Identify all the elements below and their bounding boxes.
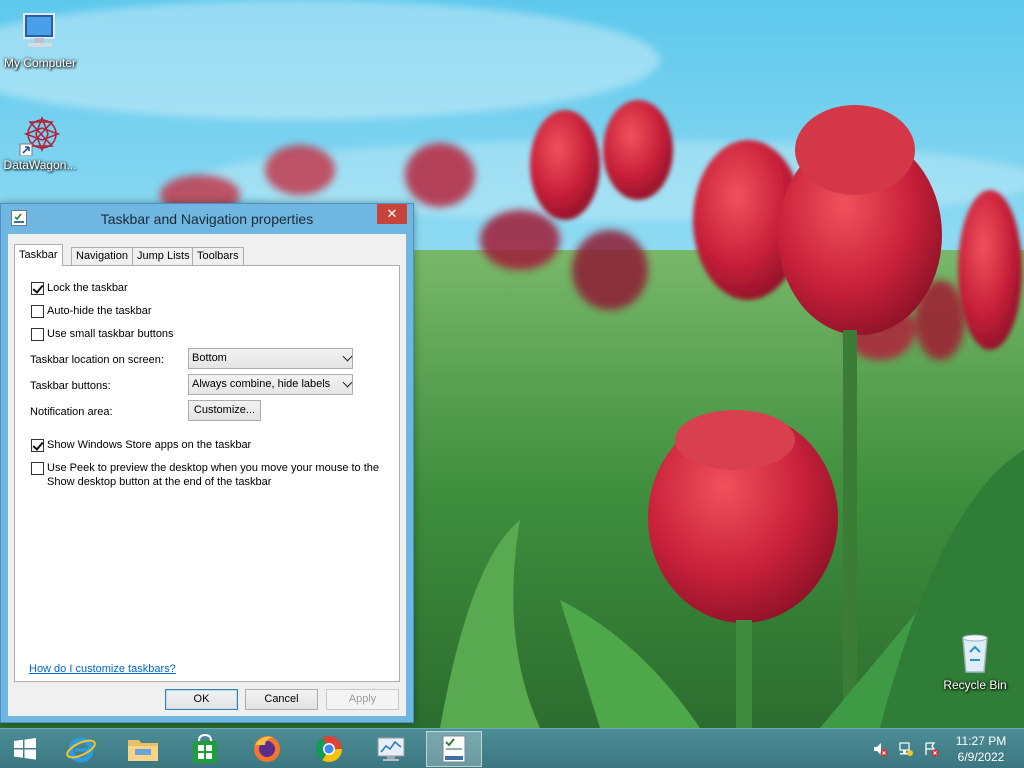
performance-monitor-icon — [377, 737, 405, 761]
apply-button[interactable]: Apply — [326, 689, 399, 710]
taskbar-firefox[interactable] — [242, 731, 292, 767]
small-buttons-label: Use small taskbar buttons — [47, 328, 174, 340]
lock-taskbar-option[interactable]: Lock the taskbar — [31, 281, 128, 295]
peek-checkbox[interactable] — [31, 462, 44, 475]
taskbar-location-select[interactable]: Bottom — [188, 348, 353, 369]
desktop-icon-label: My Computer — [3, 56, 77, 70]
start-icon — [14, 738, 36, 760]
notification-area-label: Notification area: — [30, 406, 113, 418]
computer-icon — [23, 13, 55, 47]
ok-button[interactable]: OK — [165, 689, 238, 710]
datawagon-icon — [19, 115, 61, 156]
cancel-button[interactable]: Cancel — [245, 689, 318, 710]
desktop-icon-recycle-bin[interactable]: Recycle Bin — [935, 630, 1015, 692]
taskbar-location-label: Taskbar location on screen: — [30, 354, 164, 366]
dialog-client-area: Taskbar Navigation Jump Lists Toolbars L… — [8, 234, 406, 716]
store-apps-option[interactable]: Show Windows Store apps on the taskbar — [31, 438, 251, 452]
small-buttons-option[interactable]: Use small taskbar buttons — [31, 327, 174, 341]
network-icon[interactable] — [898, 741, 914, 757]
tab-toolbars[interactable]: Toolbars — [192, 247, 244, 265]
desktop-icon-my-computer[interactable]: My Computer — [0, 10, 80, 70]
customize-button[interactable]: Customize... — [188, 400, 261, 421]
chrome-icon — [315, 736, 343, 763]
tab-jump-lists[interactable]: Jump Lists — [132, 247, 195, 265]
desktop-icon-label: DataWagon... — [3, 158, 77, 172]
auto-hide-option[interactable]: Auto-hide the taskbar — [31, 304, 152, 318]
action-center-icon[interactable] — [923, 741, 939, 757]
lock-taskbar-label: Lock the taskbar — [47, 282, 128, 294]
peek-label: Use Peek to preview the desktop when you… — [47, 462, 380, 488]
help-link[interactable]: How do I customize taskbars? — [29, 663, 176, 675]
taskbar-buttons-label: Taskbar buttons: — [30, 380, 111, 392]
clock-time: 11:27 PM — [955, 734, 1007, 748]
taskbar-internet-explorer[interactable] — [56, 731, 106, 767]
start-button[interactable] — [0, 731, 50, 767]
desktop-icon-datawagon[interactable]: DataWagon... — [0, 112, 80, 172]
internet-explorer-icon — [66, 737, 96, 763]
taskbar-tab-panel: Lock the taskbar Auto-hide the taskbar U… — [14, 265, 400, 682]
dialog-titlebar[interactable]: Taskbar and Navigation properties ✕ — [1, 204, 413, 234]
tab-taskbar[interactable]: Taskbar — [14, 244, 63, 266]
taskbar-performance-monitor[interactable] — [366, 731, 416, 767]
taskbar-file-explorer[interactable] — [118, 731, 168, 767]
taskbar-location-value: Bottom — [192, 352, 227, 364]
lock-taskbar-checkbox[interactable] — [31, 282, 44, 295]
auto-hide-checkbox[interactable] — [31, 305, 44, 318]
peek-option[interactable]: Use Peek to preview the desktop when you… — [31, 461, 381, 489]
store-apps-checkbox[interactable] — [31, 439, 44, 452]
store-icon — [193, 733, 217, 763]
file-explorer-icon — [128, 740, 158, 761]
taskbar-properties-window[interactable] — [426, 731, 482, 767]
close-button[interactable]: ✕ — [377, 204, 407, 224]
clock-date: 6/9/2022 — [957, 750, 1005, 764]
auto-hide-label: Auto-hide the taskbar — [47, 305, 152, 317]
taskbar-store[interactable] — [180, 731, 230, 767]
taskbar-properties-icon — [442, 735, 466, 763]
recycle-bin-icon — [962, 634, 988, 673]
taskbar-buttons-select[interactable]: Always combine, hide labels — [188, 374, 353, 395]
small-buttons-checkbox[interactable] — [31, 328, 44, 341]
store-apps-label: Show Windows Store apps on the taskbar — [47, 439, 252, 451]
taskbar-buttons-value: Always combine, hide labels — [192, 378, 331, 390]
taskbar-properties-dialog: Taskbar and Navigation properties ✕ Task… — [0, 203, 414, 723]
taskbar: 11:27 PM 6/9/2022 — [0, 728, 1024, 768]
system-clock[interactable]: 11:27 PM 6/9/2022 — [948, 733, 1014, 765]
desktop-icon-label: Recycle Bin — [943, 678, 1007, 692]
tab-navigation[interactable]: Navigation — [71, 247, 133, 265]
taskbar-chrome[interactable] — [304, 731, 354, 767]
volume-muted-icon[interactable] — [872, 741, 888, 757]
dialog-title: Taskbar and Navigation properties — [100, 211, 314, 227]
firefox-icon — [254, 736, 280, 762]
